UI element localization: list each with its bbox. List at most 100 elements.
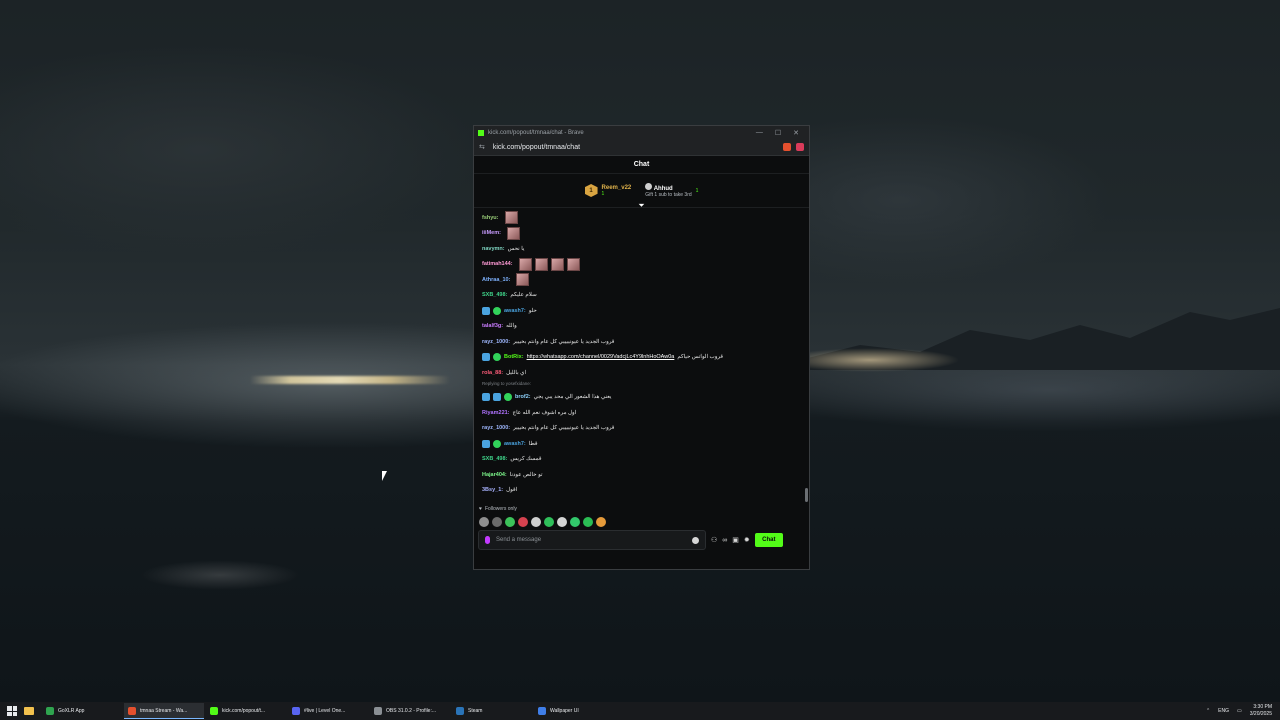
chat-message[interactable]: Athraa_10: — [482, 272, 801, 288]
emote-icon[interactable] — [479, 517, 489, 527]
top-gifters-bar: 1 Reem_v22 1 Ahhud Gift 1 sub to take 3r… — [474, 174, 809, 210]
brave-shields-icon[interactable] — [783, 143, 791, 151]
chat-username[interactable]: talalf3g: — [482, 323, 503, 329]
chat-message[interactable]: fshyu: — [482, 210, 801, 226]
chat-message[interactable]: SXB_498: سلام عليكم — [482, 288, 801, 304]
chat-message[interactable]: navymn: يا نحس — [482, 241, 801, 257]
chat-message[interactable]: awash7: حلو — [482, 303, 801, 319]
infinity-icon[interactable]: ∞ — [722, 537, 727, 544]
community-icon[interactable]: ⚇ — [711, 536, 717, 544]
city-lights-right — [810, 348, 960, 372]
chat-username[interactable]: fshyu: — [482, 215, 499, 221]
emote-icon[interactable] — [544, 517, 554, 527]
chat-message[interactable]: Hajar404: تو خالص عودنا — [482, 467, 801, 483]
chat-message[interactable]: Riyam221: اول مره اشوف نعم الله عاج — [482, 405, 801, 421]
send-chat-button[interactable]: Chat — [754, 533, 783, 547]
taskbar-item[interactable]: kick.com/popout/t... — [206, 703, 286, 719]
language-indicator[interactable]: ENG — [1218, 708, 1229, 714]
chat-username[interactable]: fatimah144: — [482, 261, 513, 267]
maximize-button[interactable]: ☐ — [775, 129, 781, 137]
tray-expand-icon[interactable]: ⌃ — [1206, 708, 1210, 714]
top-gifter-1[interactable]: 1 Reem_v22 1 — [584, 184, 631, 197]
emote-icon[interactable] — [557, 517, 567, 527]
chat-username[interactable]: awash7: — [504, 308, 526, 314]
taskbar-item[interactable]: OBS 31.0.2 - Profile:... — [370, 703, 450, 719]
file-explorer-icon[interactable] — [24, 707, 34, 715]
chat-username[interactable]: rayz_1000: — [482, 339, 510, 345]
followers-only-label: Followers only — [484, 506, 517, 512]
taskbar-item[interactable]: tmnaa Stream - Wa... — [124, 703, 204, 719]
taskbar-item-label: #live | Level One... — [304, 707, 346, 714]
emote-image[interactable] — [516, 273, 530, 287]
chat-message[interactable]: awash7: قطا — [482, 436, 801, 452]
chat-message[interactable]: rayz_1000: قروب الجديد يا عيونييييي كل عا… — [482, 421, 801, 437]
chat-scrollbar[interactable] — [805, 488, 808, 502]
emote-image[interactable] — [506, 226, 520, 240]
emote-image[interactable] — [504, 211, 518, 225]
top-gifter-2[interactable]: Ahhud Gift 1 sub to take 3rd 1 — [645, 183, 698, 198]
settings-gear-icon[interactable]: ✹ — [744, 536, 750, 544]
chat-username[interactable]: Hajar404: — [482, 472, 507, 478]
chat-username[interactable]: rola_88: — [482, 370, 503, 376]
reply-context[interactable]: Replying to yosefxidane: — [482, 381, 801, 390]
message-input[interactable]: Send a message — [478, 530, 706, 550]
brave-rewards-icon[interactable] — [796, 143, 804, 151]
chat-message[interactable]: 3Bsy_1: اقول — [482, 483, 801, 499]
clock[interactable]: 3:30 PM 3/20/2025 — [1250, 704, 1272, 718]
gift-icon[interactable]: ▣ — [732, 536, 739, 544]
network-icon[interactable]: ▭ — [1237, 708, 1242, 714]
close-button[interactable]: ✕ — [793, 129, 799, 137]
emoji-picker-icon[interactable] — [692, 536, 699, 544]
emote-icon[interactable] — [531, 517, 541, 527]
chat-username[interactable]: Athraa_10: — [482, 277, 510, 283]
taskbar-item[interactable]: Steam — [452, 703, 532, 719]
chat-link[interactable]: https://whatsapp.com/channel/0029VadcjLc… — [527, 354, 675, 360]
minimize-button[interactable]: — — [756, 129, 763, 137]
emote-icon[interactable] — [518, 517, 528, 527]
chat-message[interactable]: SXB_498: قمسك كريس — [482, 452, 801, 468]
taskbar-item[interactable]: GoXLR App — [42, 703, 122, 719]
verified-badge-icon — [493, 306, 501, 315]
chat-messages[interactable]: fshyu: iiiMem: navymn: يا نحس fatimah144: Ath… — [474, 208, 809, 503]
chat-message[interactable]: fatimah144: — [482, 257, 801, 273]
chat-message[interactable]: rola_88: اي بالليل — [482, 365, 801, 381]
emote-icon[interactable] — [596, 517, 606, 527]
chat-username[interactable]: brof2: — [515, 394, 531, 400]
title-bar[interactable]: kick.com/popout/tmnaa/chat - Brave — ☐ ✕ — [474, 126, 809, 139]
chat-message[interactable]: rayz_1000: قروب الجديد يا عيونييييي كل عا… — [482, 334, 801, 350]
chat-username[interactable]: iiiMem: — [482, 230, 501, 236]
taskbar-item-label: OBS 31.0.2 - Profile:... — [386, 707, 437, 714]
chat-username[interactable]: SXB_498: — [482, 456, 507, 462]
emote-icon[interactable] — [583, 517, 593, 527]
emote-image[interactable] — [518, 257, 532, 271]
emote-image[interactable] — [550, 257, 564, 271]
chat-message[interactable]: BotRix: https://whatsapp.com/channel/0029… — [482, 350, 801, 366]
chat-username[interactable]: navymn: — [482, 246, 505, 252]
chat-username[interactable]: rayz_1000: — [482, 425, 510, 431]
water-reflection — [140, 560, 300, 590]
chat-username[interactable]: SXB_498: — [482, 292, 507, 298]
taskbar-item[interactable]: Wallpaper UI — [534, 703, 614, 719]
site-settings-icon[interactable]: ⇆ — [479, 143, 485, 151]
emote-image[interactable] — [566, 257, 580, 271]
chat-username[interactable]: BotRix: — [504, 354, 524, 360]
taskbar-item-label: kick.com/popout/t... — [222, 707, 266, 714]
emote-icon[interactable] — [492, 517, 502, 527]
browser-window: kick.com/popout/tmnaa/chat - Brave — ☐ ✕… — [473, 125, 810, 570]
chat-username[interactable]: Riyam221: — [482, 410, 510, 416]
chat-message[interactable]: talalf3g: والله — [482, 319, 801, 335]
gifter-count: 1 — [601, 190, 605, 197]
chat-message[interactable]: brof2: يعني هذا الشعور الي محد يبي يجي — [482, 390, 801, 406]
windows-start-icon[interactable] — [5, 704, 19, 718]
emote-icon[interactable] — [505, 517, 515, 527]
chat-message[interactable]: iiiMem: — [482, 226, 801, 242]
moderator-badge-icon — [482, 393, 490, 402]
emote-image[interactable] — [534, 257, 548, 271]
emote-icon[interactable] — [570, 517, 580, 527]
app-icon — [210, 706, 218, 715]
taskbar-item[interactable]: #live | Level One... — [288, 703, 368, 719]
url-field[interactable]: kick.com/popout/tmnaa/chat — [493, 144, 778, 151]
chat-username[interactable]: awash7: — [504, 441, 526, 447]
microphone-icon[interactable] — [485, 536, 490, 544]
chat-username[interactable]: 3Bsy_1: — [482, 487, 503, 493]
